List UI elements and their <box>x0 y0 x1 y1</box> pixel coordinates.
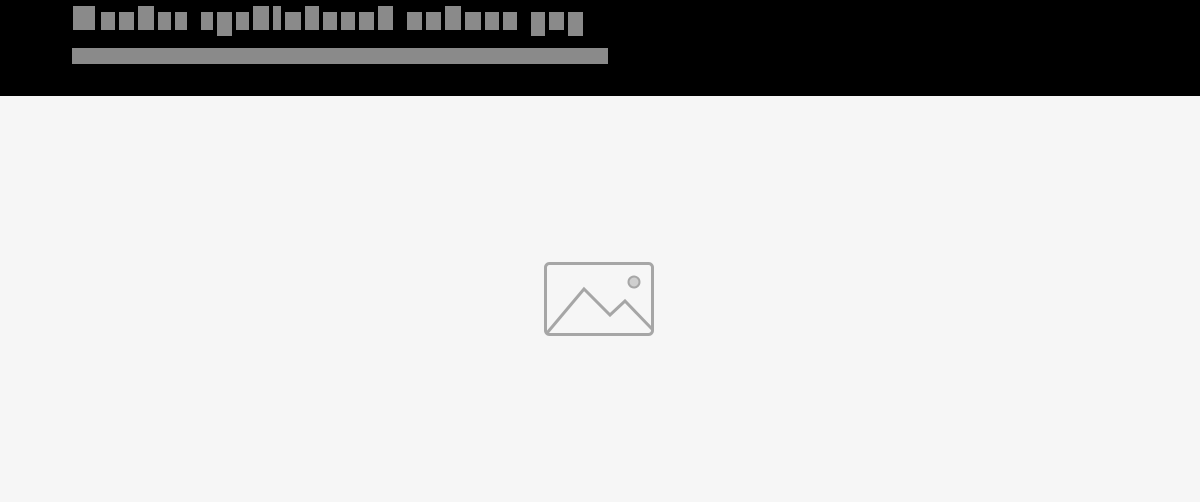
image-placeholder <box>0 96 1200 502</box>
image-icon <box>544 262 656 338</box>
redacted-subtitle <box>72 48 608 64</box>
redacted-title <box>73 2 583 36</box>
page-header <box>0 0 1200 96</box>
